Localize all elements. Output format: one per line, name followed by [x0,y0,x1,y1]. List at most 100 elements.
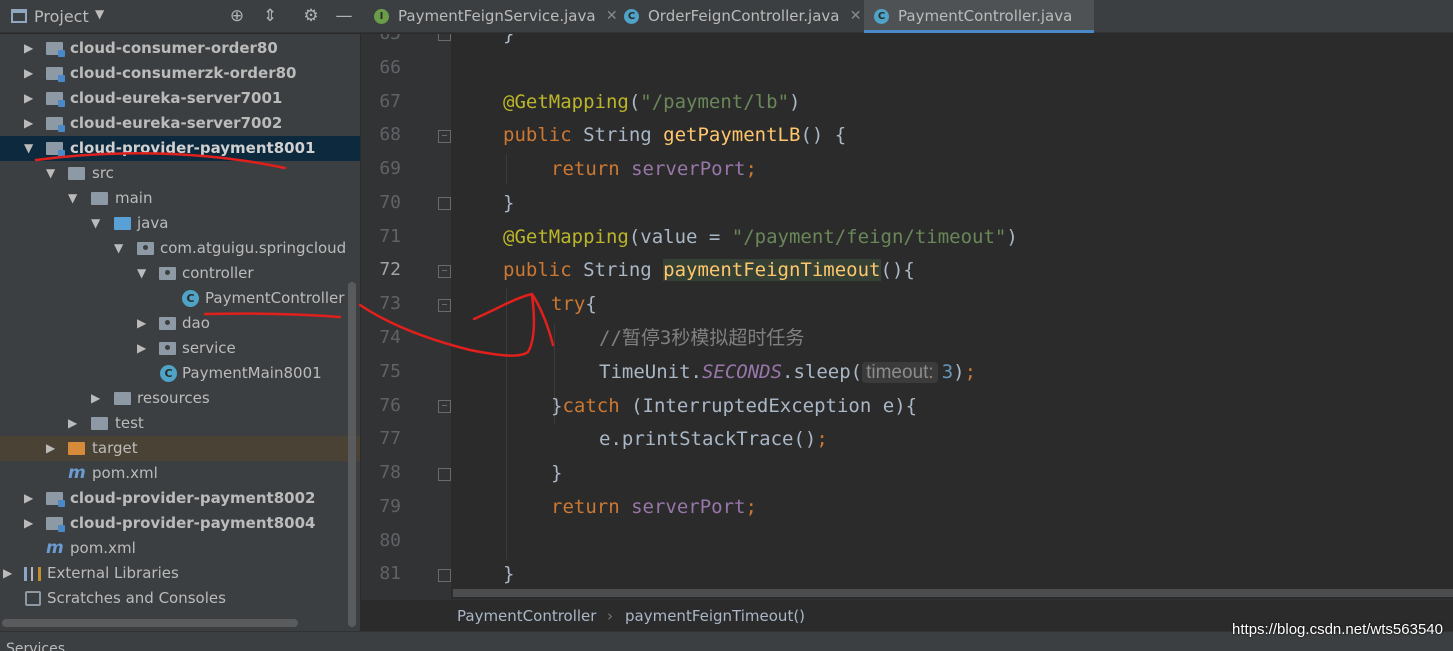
tree-item-module[interactable]: ▶ cloud-consumer-order80 [0,36,360,61]
library-icon [24,567,41,581]
tree-item-folder[interactable]: ▼ java [0,211,360,236]
semicolon: ; [745,158,757,180]
semicolon: ; [964,361,977,383]
tree-item-folder-excluded[interactable]: ▶ target [0,436,360,461]
tree-item-module-selected[interactable]: ▼ cloud-provider-payment8001 [0,136,360,161]
fold-icon[interactable] [438,299,451,312]
fold-end-icon[interactable] [438,569,451,582]
tree-item-package[interactable]: ▼ com.atguigu.springcloud [0,236,360,261]
tree-item-folder[interactable]: ▶ resources [0,386,360,411]
tab-payment-controller[interactable]: C PaymentController.java [864,0,1094,33]
tab-order-feign-controller[interactable]: C OrderFeignController.java ✕ [614,0,861,33]
chevron-right-icon[interactable]: ▶ [24,511,38,536]
chevron-right-icon[interactable]: ▶ [137,336,151,361]
breadcrumb-method[interactable]: paymentFeignTimeout() [625,607,805,625]
tree-item-label: cloud-consumer-order80 [70,39,278,57]
gear-icon[interactable]: ⚙ [300,5,322,27]
brace: } [503,563,515,585]
chevron-right-icon[interactable]: ▶ [24,486,38,511]
chevron-right-icon[interactable]: ▶ [91,386,105,411]
code-line-71: @GetMapping(value = "/payment/feign/time… [503,220,1018,254]
collapse-all-icon[interactable]: ⇕ [259,5,281,27]
fold-end-icon[interactable] [438,197,451,210]
line-number: 67 [379,91,401,112]
chevron-right-icon[interactable]: ▶ [24,36,38,61]
code-editor[interactable]: 65 66 67 68 69 70 71 72 73 74 75 76 77 7… [361,34,1453,599]
chevron-right-icon[interactable]: ▶ [24,111,38,136]
tree-item-package[interactable]: ▼ controller [0,261,360,286]
chevron-down-icon[interactable]: ▼ [46,161,60,186]
line-number: 71 [379,226,401,247]
tree-item-label: cloud-provider-payment8002 [70,489,316,507]
class-ref: TimeUnit. [599,361,702,383]
fold-end-icon[interactable] [438,468,451,481]
tree-item-module[interactable]: ▶ cloud-eureka-server7001 [0,86,360,111]
tab-label: PaymentController.java [898,7,1073,25]
tree-item-class[interactable]: C PaymentController [0,286,360,311]
code-line-76: }catch (InterruptedException e){ [551,389,917,423]
tree-item-folder[interactable]: ▼ main [0,186,360,211]
tree-item-scratches[interactable]: Scratches and Consoles [0,586,360,611]
scratches-icon [25,591,41,606]
keyword: catch [562,395,620,417]
tree-item-module[interactable]: ▶ cloud-consumerzk-order80 [0,61,360,86]
tree-vertical-scrollbar[interactable] [348,282,356,627]
editor-horizontal-scrollbar[interactable] [453,589,1453,597]
locate-crosshair-icon[interactable]: ⊕ [226,5,248,27]
tab-payment-feign-service[interactable]: I PaymentFeignService.java ✕ [364,0,618,33]
brace: } [503,192,515,214]
hide-panel-icon[interactable]: — [333,5,355,27]
fold-end-icon[interactable] [438,34,451,41]
module-folder-icon [46,117,65,132]
method-call: e.printStackTrace() [599,428,817,450]
code-line-78: } [551,456,562,490]
tab-label: PaymentFeignService.java [398,7,596,25]
chevron-right-icon[interactable]: ▶ [3,561,17,586]
line-number: 75 [379,361,401,382]
module-folder-icon [46,142,65,157]
tree-item-libraries[interactable]: ▶ External Libraries [0,561,360,586]
breadcrumb-class[interactable]: PaymentController [457,607,596,625]
services-tab[interactable]: Services [6,641,65,651]
tree-item-file[interactable]: m pom.xml [0,536,360,561]
code-line-70: } [503,186,514,220]
chevron-right-icon[interactable]: ▶ [46,436,60,461]
keyword: public [503,259,572,281]
fold-icon[interactable] [438,265,451,278]
chevron-right-icon[interactable]: ▶ [68,411,82,436]
chevron-down-icon[interactable]: ▼ [137,261,151,286]
tree-item-module[interactable]: ▶ cloud-provider-payment8004 [0,511,360,536]
package-icon [159,342,176,355]
tree-item-package[interactable]: ▶ dao [0,311,360,336]
tree-item-label: java [137,214,169,232]
tree-item-package[interactable]: ▶ service [0,336,360,361]
number-literal: 3 [941,361,954,383]
brace: { [585,293,597,315]
chevron-down-icon[interactable]: ▼ [24,136,38,161]
fold-icon[interactable] [438,400,451,413]
chevron-down-icon[interactable]: ▼ [91,211,105,236]
tree-horizontal-scrollbar[interactable] [2,619,298,627]
fold-icon[interactable] [438,130,451,143]
tree-item-folder[interactable]: ▼ src [0,161,360,186]
tree-item-module[interactable]: ▶ cloud-provider-payment8002 [0,486,360,511]
chevron-down-icon[interactable]: ▼ [68,186,82,211]
paren: () { [800,124,847,146]
chevron-down-icon[interactable]: ▼ [114,236,128,261]
keyword: try [551,293,586,315]
chevron-down-icon[interactable]: ▼ [95,7,104,21]
folder-icon [91,417,108,430]
editor-gutter: 65 66 67 68 69 70 71 72 73 74 75 76 77 7… [361,34,451,599]
close-icon[interactable]: ✕ [850,0,862,33]
chevron-right-icon[interactable]: ▶ [24,61,38,86]
interface-icon: I [374,9,389,24]
chevron-right-icon[interactable]: ▶ [24,86,38,111]
tree-item-label: External Libraries [47,564,179,582]
tree-item-file[interactable]: m pom.xml [0,461,360,486]
tree-item-main-class[interactable]: C PaymentMain8001 [0,361,360,386]
chevron-right-icon[interactable]: ▶ [137,311,151,336]
tree-item-folder[interactable]: ▶ test [0,411,360,436]
module-folder-icon [46,92,65,107]
tree-item-module[interactable]: ▶ cloud-eureka-server7002 [0,111,360,136]
